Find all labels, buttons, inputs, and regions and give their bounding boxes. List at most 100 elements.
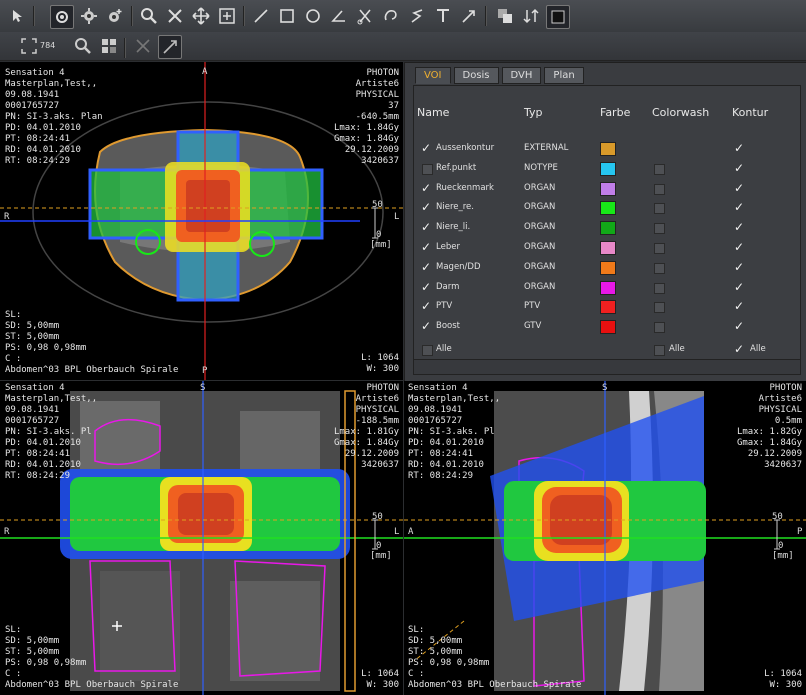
color-swatch[interactable] bbox=[600, 201, 616, 216]
gear-icon[interactable] bbox=[78, 5, 100, 27]
kontur-check[interactable]: ✓ bbox=[734, 320, 746, 332]
voi-row[interactable]: ✓ Magen/DD ORGAN ✓ bbox=[414, 259, 800, 279]
text-icon[interactable] bbox=[432, 5, 454, 27]
all-checkbox[interactable] bbox=[422, 345, 433, 356]
all-kontur-check[interactable]: ✓ bbox=[734, 343, 746, 355]
voi-row[interactable]: Ref.punkt NOTYPE ✓ bbox=[414, 160, 800, 180]
kontur-check[interactable]: ✓ bbox=[734, 221, 746, 233]
tab-dosis[interactable]: Dosis bbox=[453, 67, 499, 84]
color-swatch[interactable] bbox=[600, 161, 616, 176]
colorwash-checkbox[interactable] bbox=[654, 163, 665, 175]
eye-icon[interactable] bbox=[50, 5, 74, 29]
voi-row[interactable]: ✓ PTV PTV ✓ bbox=[414, 298, 800, 318]
color-swatch[interactable] bbox=[600, 260, 616, 275]
kontur-check[interactable]: ✓ bbox=[734, 162, 746, 174]
header-farbe: Farbe bbox=[600, 106, 631, 119]
grid-icon[interactable] bbox=[98, 35, 120, 57]
secondary-toolbar: 784 bbox=[0, 32, 806, 61]
coronal-br-info: L: 1064 W: 300 bbox=[361, 669, 399, 690]
freehand-icon[interactable] bbox=[380, 5, 402, 27]
voi-row[interactable]: ✓ Boost GTV ✓ bbox=[414, 318, 800, 338]
polyline-icon[interactable] bbox=[406, 5, 428, 27]
color-swatch[interactable] bbox=[600, 280, 616, 295]
circle-icon[interactable] bbox=[302, 5, 324, 27]
arrow-pointer-icon[interactable] bbox=[6, 5, 28, 27]
colorwash-checkbox[interactable] bbox=[654, 262, 665, 274]
visibility-check[interactable]: ✓ bbox=[421, 300, 433, 312]
voi-row[interactable]: ✓ Darm ORGAN ✓ bbox=[414, 279, 800, 299]
visibility-check[interactable]: ✓ bbox=[421, 182, 433, 194]
axial-viewport[interactable]: Sensation 4 Masterplan,Test,, 09.08.1941 00… bbox=[0, 62, 403, 380]
coronal-orient-top: S bbox=[200, 383, 206, 393]
colorwash-checkbox[interactable] bbox=[654, 322, 665, 334]
line-icon[interactable] bbox=[250, 5, 272, 27]
sagittal-orient-top: S bbox=[602, 383, 608, 393]
kontur-check[interactable]: ✓ bbox=[734, 142, 746, 154]
panel-status-bar bbox=[413, 359, 801, 375]
cross-arrows-icon[interactable] bbox=[164, 5, 186, 27]
color-swatch[interactable] bbox=[600, 221, 616, 236]
colorwash-checkbox[interactable] bbox=[654, 282, 665, 294]
sort-icon[interactable] bbox=[520, 5, 542, 27]
color-swatch[interactable] bbox=[600, 241, 616, 255]
colorwash-checkbox[interactable] bbox=[654, 223, 665, 235]
visibility-check[interactable]: ✓ bbox=[421, 281, 433, 293]
kontur-check[interactable]: ✓ bbox=[734, 241, 746, 253]
sagittal-tr-info: PHOTON Artiste6 PHYSICAL 0.5mm Lmax: 1.82Gy G… bbox=[736, 383, 802, 470]
pan-icon[interactable] bbox=[190, 5, 212, 27]
tab-voi[interactable]: VOI bbox=[415, 67, 451, 84]
colorwash-checkbox[interactable] bbox=[654, 302, 665, 314]
main-toolbar bbox=[0, 0, 806, 33]
visibility-check[interactable]: ✓ bbox=[421, 241, 433, 253]
tab-plan[interactable]: Plan bbox=[544, 67, 584, 84]
voi-row[interactable]: ✓ Aussenkontur EXTERNAL ✓ bbox=[414, 140, 800, 160]
color-swatch[interactable] bbox=[600, 142, 616, 156]
coronal-tl-info: Sensation 4 Masterplan,Test,, 09.08.1941 00… bbox=[5, 383, 98, 481]
tab-dvh[interactable]: DVH bbox=[501, 67, 542, 84]
kontur-check[interactable]: ✓ bbox=[734, 182, 746, 194]
rectangle-icon[interactable] bbox=[276, 5, 298, 27]
angle-icon[interactable] bbox=[328, 5, 350, 27]
visibility-check[interactable]: ✓ bbox=[421, 201, 433, 213]
colorwash-checkbox[interactable] bbox=[654, 183, 665, 195]
crosshair-icon[interactable] bbox=[158, 35, 182, 59]
arrow-annotation-icon[interactable] bbox=[458, 5, 480, 27]
voi-type: GTV bbox=[524, 321, 542, 332]
visibility-checkbox[interactable] bbox=[422, 163, 433, 175]
kontur-check[interactable]: ✓ bbox=[734, 281, 746, 293]
all-colorwash-checkbox[interactable] bbox=[654, 345, 665, 356]
sagittal-orient-right: P bbox=[797, 527, 803, 537]
window-level-icon[interactable] bbox=[216, 5, 238, 27]
sagittal-bl-info: SL: SD: 5,00mm ST: 5,00mm PS: 0,98 0,98mm C … bbox=[408, 625, 582, 690]
kontur-check[interactable]: ✓ bbox=[734, 261, 746, 273]
gear-plus-icon[interactable] bbox=[104, 5, 126, 27]
kontur-check[interactable]: ✓ bbox=[734, 201, 746, 213]
coronal-orient-left: R bbox=[4, 527, 10, 537]
color-swatch[interactable] bbox=[600, 181, 616, 196]
dark-icon[interactable] bbox=[546, 5, 570, 29]
kontur-check[interactable]: ✓ bbox=[734, 300, 746, 312]
fit-icon[interactable] bbox=[18, 35, 40, 57]
voi-row[interactable]: ✓ Niere_re. ORGAN ✓ bbox=[414, 199, 800, 219]
coronal-viewport[interactable]: Sensation 4 Masterplan,Test,, 09.08.1941 00… bbox=[0, 381, 403, 695]
voi-row[interactable]: ✓ Leber ORGAN ✓ bbox=[414, 239, 800, 259]
color-swatch[interactable] bbox=[600, 300, 616, 315]
voi-row[interactable]: ✓ Niere_li. ORGAN ✓ bbox=[414, 219, 800, 239]
scissors-icon[interactable] bbox=[354, 5, 376, 27]
voi-name: Darm bbox=[436, 281, 460, 292]
voi-row[interactable]: ✓ Rueckenmark ORGAN ✓ bbox=[414, 180, 800, 200]
visibility-check[interactable]: ✓ bbox=[421, 142, 433, 154]
zoom-level[interactable]: 784 bbox=[40, 41, 55, 50]
magnify-icon[interactable] bbox=[72, 35, 94, 57]
copy-icon[interactable] bbox=[494, 5, 516, 27]
color-swatch[interactable] bbox=[600, 320, 616, 335]
crosshair-disabled-icon[interactable] bbox=[132, 35, 154, 57]
colorwash-checkbox[interactable] bbox=[654, 243, 665, 254]
colorwash-checkbox[interactable] bbox=[654, 203, 665, 215]
sagittal-viewport[interactable]: Sensation 4 Masterplan,Test,, 09.08.1941 00… bbox=[404, 381, 806, 695]
all-kontur-label: Alle bbox=[750, 344, 766, 354]
visibility-check[interactable]: ✓ bbox=[421, 320, 433, 332]
visibility-check[interactable]: ✓ bbox=[421, 221, 433, 233]
zoom-icon[interactable] bbox=[138, 5, 160, 27]
visibility-check[interactable]: ✓ bbox=[421, 261, 433, 273]
